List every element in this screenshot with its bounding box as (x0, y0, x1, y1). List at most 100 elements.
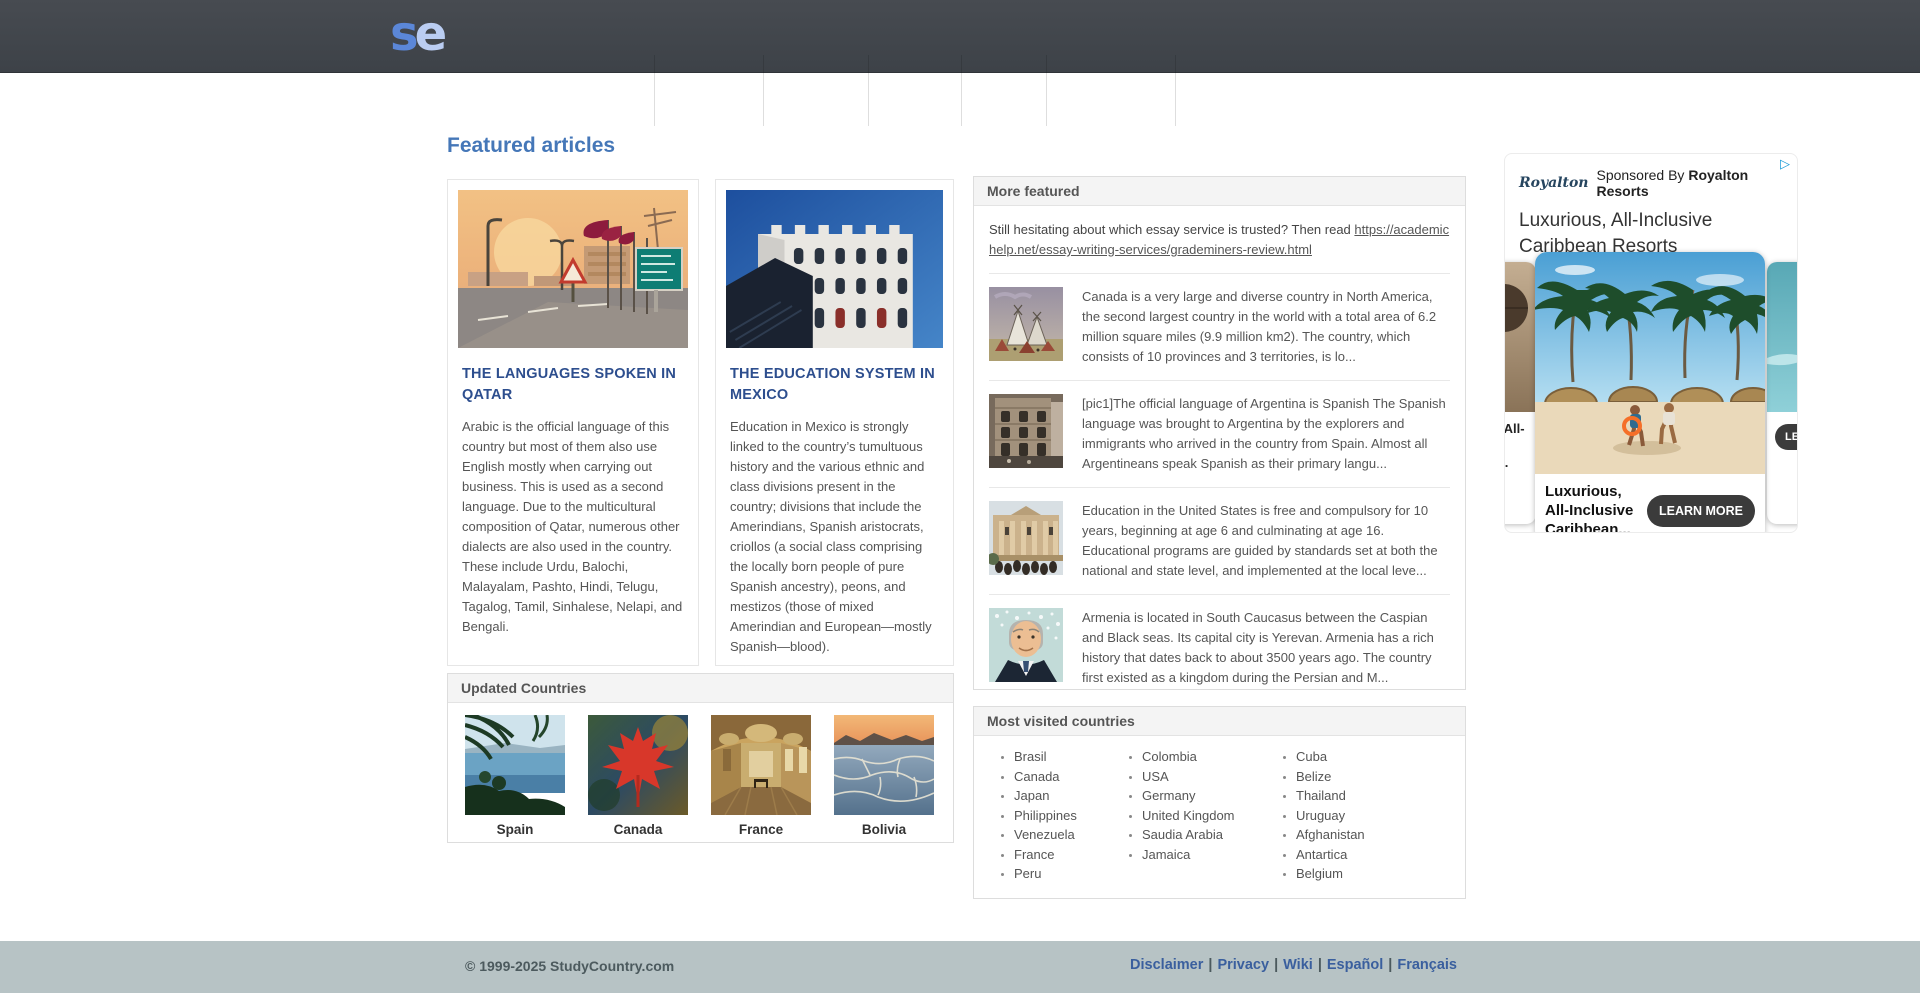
country-link[interactable]: Afghanistan (1296, 825, 1365, 845)
royalton-logo: Royalton (1519, 175, 1588, 191)
featured-articles-heading: Featured articles (447, 134, 615, 158)
updated-country-label: Spain (465, 822, 565, 837)
updated-country-canada[interactable]: Canada (588, 715, 688, 837)
updated-country-bolivia[interactable]: Bolivia (834, 715, 934, 837)
canada-thumb-image (588, 715, 688, 815)
country-link[interactable]: Thailand (1296, 786, 1365, 806)
ad-carousel-card-right[interactable]: LEARN MORE (1767, 262, 1798, 524)
country-link[interactable]: Venezuela (1014, 825, 1118, 845)
article-body-qatar: Arabic is the official language of this … (462, 417, 684, 637)
more-featured-body: Education in the United States is free a… (1082, 501, 1450, 581)
updated-country-france[interactable]: France (711, 715, 811, 837)
article-title-mexico[interactable]: THE EDUCATION SYSTEM IN MEXICO (730, 364, 939, 406)
more-featured-item-argentina: [pic1]The official language of Argentina… (989, 394, 1450, 474)
country-link[interactable]: United Kingdom (1142, 806, 1272, 826)
updated-countries-panel: Updated Countries Spain (447, 673, 954, 843)
footer-link-privacy[interactable]: Privacy (1217, 957, 1269, 973)
more-featured-body: [pic1]The official language of Argentina… (1082, 394, 1450, 474)
divider (989, 487, 1450, 488)
nav-tab-4[interactable] (961, 55, 1046, 126)
ad-headline[interactable]: Luxurious, All-Inclusive Caribbean Resor… (1519, 208, 1783, 254)
learn-more-button[interactable]: LEARN MORE (1647, 495, 1755, 527)
footer-link-disclaimer[interactable]: Disclaimer (1130, 957, 1203, 973)
country-link[interactable]: Peru (1014, 864, 1118, 884)
separator: | (1208, 957, 1212, 973)
country-link[interactable]: USA (1142, 767, 1272, 787)
most-visited-panel: Most visited countries Brasil Canada Jap… (973, 706, 1466, 899)
country-link[interactable]: Belize (1296, 767, 1365, 787)
more-featured-item-canada: Canada is a very large and diverse count… (989, 287, 1450, 367)
separator: | (1318, 957, 1322, 973)
featured-article-card-qatar: THE LANGUAGES SPOKEN IN QATAR Arabic is … (447, 179, 699, 666)
updated-country-label: France (711, 822, 811, 837)
sponsored-prefix: Sponsored By (1596, 167, 1688, 183)
country-link[interactable]: Japan (1014, 786, 1118, 806)
featured-article-card-mexico: THE EDUCATION SYSTEM IN MEXICO Education… (715, 179, 954, 666)
footer-links: Disclaimer | Privacy | Wiki | Español | Français (1130, 957, 1457, 973)
argentina-building-thumb[interactable] (989, 394, 1063, 468)
more-featured-panel: More featured Still hesitating about whi… (973, 176, 1466, 690)
bolivia-thumb-image (834, 715, 934, 815)
copyright-text: © 1999-2025 StudyCountry.com (465, 958, 674, 974)
country-link[interactable]: Antartica (1296, 845, 1365, 865)
logo-letter-s: s (390, 6, 415, 62)
country-link[interactable]: Brasil (1014, 747, 1118, 767)
more-featured-body: Canada is a very large and diverse count… (1082, 287, 1450, 367)
nav-tab-1[interactable] (654, 55, 763, 126)
us-school-thumb[interactable] (989, 501, 1063, 575)
spain-thumb-image (465, 715, 565, 815)
country-link[interactable]: Saudia Arabia (1142, 825, 1272, 845)
site-logo[interactable]: se (390, 8, 443, 60)
country-link[interactable]: Canada (1014, 767, 1118, 787)
separator: | (1274, 957, 1278, 973)
armenia-president-thumb[interactable] (989, 608, 1063, 682)
country-link[interactable]: Uruguay (1296, 806, 1365, 826)
ad-card-caption: Luxurious, All-Inclusive Caribbean... (1545, 482, 1641, 533)
divider (989, 380, 1450, 381)
ad-carousel-card-center[interactable]: Luxurious, All-Inclusive Caribbean... LE… (1535, 252, 1765, 533)
country-link[interactable]: Colombia (1142, 747, 1272, 767)
logo-letter-e: e (415, 6, 444, 62)
country-link[interactable]: Jamaica (1142, 845, 1272, 865)
article-title-qatar[interactable]: THE LANGUAGES SPOKEN IN QATAR (462, 364, 684, 406)
more-featured-heading: More featured (974, 177, 1465, 206)
caribbean-beach-photo (1535, 252, 1765, 474)
country-link[interactable]: Germany (1142, 786, 1272, 806)
more-featured-item-us-education: Education in the United States is free a… (989, 501, 1450, 581)
divider (989, 594, 1450, 595)
sponsored-ad-card: ▷ Royalton Sponsored By Royalton Resorts… (1504, 153, 1798, 533)
country-link[interactable]: France (1014, 845, 1118, 865)
footer-link-francais[interactable]: Français (1397, 957, 1457, 973)
adchoices-icon[interactable]: ▷ (1776, 156, 1794, 172)
nav-tab-3[interactable] (868, 55, 961, 126)
footer-link-espanol[interactable]: Español (1327, 957, 1383, 973)
nav-tab-2[interactable] (763, 55, 868, 126)
mexico-article-image[interactable] (726, 190, 943, 348)
country-link[interactable]: Belgium (1296, 864, 1365, 884)
france-thumb-image (711, 715, 811, 815)
updated-country-spain[interactable]: Spain (465, 715, 565, 837)
updated-country-label: Bolivia (834, 822, 934, 837)
most-visited-column-1: Brasil Canada Japan Philippines Venezuel… (990, 747, 1118, 884)
ad-left-caption: Luxurious, All-Inclusive Caribbean... (1504, 412, 1536, 479)
ad-left-photo (1504, 262, 1536, 412)
separator: | (1388, 957, 1392, 973)
intro-text: Still hesitating about which essay servi… (989, 222, 1354, 237)
country-link[interactable]: Philippines (1014, 806, 1118, 826)
ad-right-cta-button[interactable]: LEARN MORE (1775, 424, 1798, 450)
ad-right-photo (1767, 262, 1798, 412)
country-link[interactable]: Cuba (1296, 747, 1365, 767)
footer-link-wiki[interactable]: Wiki (1283, 957, 1313, 973)
ad-carousel-card-left[interactable]: Luxurious, All-Inclusive Caribbean... (1504, 262, 1536, 524)
updated-country-label: Canada (588, 822, 688, 837)
sponsored-by-text: Sponsored By Royalton Resorts (1596, 167, 1783, 199)
page-footer: © 1999-2025 StudyCountry.com Disclaimer |… (0, 941, 1920, 993)
more-featured-intro: Still hesitating about which essay servi… (989, 220, 1450, 260)
canada-teepees-thumb[interactable] (989, 287, 1063, 361)
nav-tab-5[interactable] (1046, 55, 1176, 126)
most-visited-column-3: Cuba Belize Thailand Uruguay Afghanistan… (1272, 747, 1365, 884)
updated-countries-heading: Updated Countries (448, 674, 953, 703)
more-featured-body: Armenia is located in South Caucasus bet… (1082, 608, 1450, 688)
qatar-article-image[interactable] (458, 190, 688, 348)
article-body-mexico: Education in Mexico is strongly linked t… (730, 417, 939, 657)
